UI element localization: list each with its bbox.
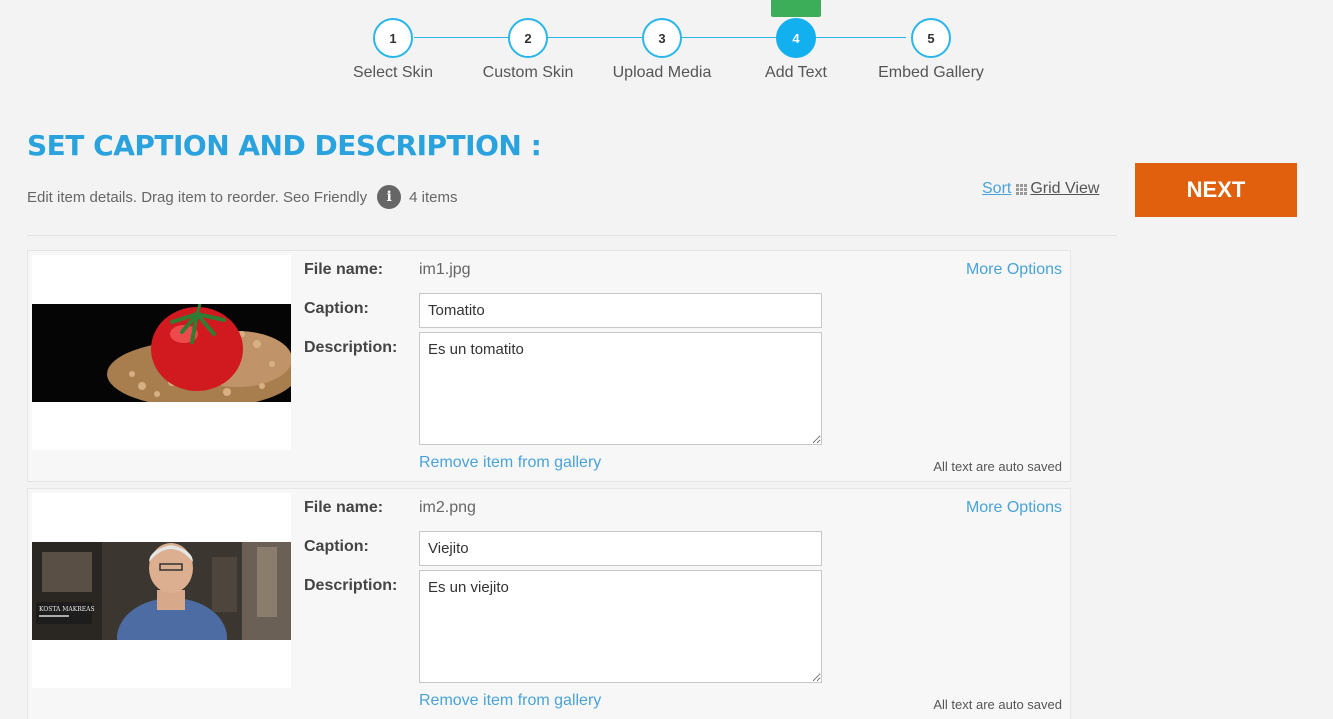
item-count: 4 items: [409, 188, 458, 206]
step-number: 5: [911, 18, 951, 58]
step-label: Select Skin: [352, 64, 434, 81]
remove-item-link[interactable]: Remove item from gallery: [419, 454, 601, 472]
divider: [27, 235, 1117, 236]
caption-label: Caption:: [304, 300, 369, 317]
description-textarea[interactable]: Es un viejito: [419, 570, 822, 683]
page-subtitle: Edit item details. Drag item to reorder.…: [27, 185, 458, 209]
step-select-skin[interactable]: 1 Select Skin: [323, 18, 463, 82]
progress-stepper: 1 Select Skin 2 Custom Skin 3 Upload Med…: [0, 0, 1333, 100]
next-button[interactable]: NEXT: [1135, 163, 1297, 217]
step-embed-gallery[interactable]: 5 Embed Gallery: [861, 18, 1001, 82]
step-label: Add Text: [765, 64, 827, 81]
file-name-value: im1.jpg: [419, 261, 471, 278]
description-label: Description:: [304, 339, 398, 356]
gallery-item[interactable]: File name: im1.jpg More Options Caption:…: [27, 250, 1071, 482]
description-textarea[interactable]: Es un tomatito: [419, 332, 822, 445]
caption-label: Caption:: [304, 538, 369, 555]
tomato-image: [32, 303, 291, 402]
step-number: 3: [642, 18, 682, 58]
description-label: Description:: [304, 577, 398, 594]
item-thumbnail: [32, 255, 291, 450]
gallery-item[interactable]: KOSTA MAKREAS File name: im2.png More Op…: [27, 488, 1071, 719]
view-links: Sort Grid View: [982, 180, 1099, 198]
sort-link[interactable]: Sort: [982, 180, 1011, 198]
grid-icon: [1016, 183, 1028, 195]
step-label: Upload Media: [612, 64, 712, 81]
old-man-video-image: KOSTA MAKREAS: [32, 541, 291, 640]
info-icon[interactable]: i: [377, 185, 402, 209]
auto-saved-note: All text are auto saved: [933, 697, 1062, 712]
caption-input[interactable]: [419, 531, 822, 566]
caption-input[interactable]: [419, 293, 822, 328]
step-number: 1: [373, 18, 413, 58]
step-number: 4: [776, 18, 816, 58]
step-number: 2: [508, 18, 548, 58]
remove-item-link[interactable]: Remove item from gallery: [419, 692, 601, 710]
subtitle-text: Edit item details. Drag item to reorder.…: [27, 188, 368, 206]
more-options-link[interactable]: More Options: [966, 499, 1062, 517]
file-name-label: File name:: [304, 261, 384, 278]
step-add-text[interactable]: 4 Add Text: [726, 18, 866, 82]
grid-view-link[interactable]: Grid View: [1030, 180, 1099, 198]
active-step-flag: [771, 0, 821, 17]
item-thumbnail: KOSTA MAKREAS: [32, 493, 291, 688]
auto-saved-note: All text are auto saved: [933, 459, 1062, 474]
file-name-value: im2.png: [419, 499, 476, 516]
step-custom-skin[interactable]: 2 Custom Skin: [458, 18, 598, 82]
step-label: Embed Gallery: [878, 64, 984, 81]
page-title: SET CAPTION AND DESCRIPTION :: [27, 129, 542, 162]
more-options-link[interactable]: More Options: [966, 261, 1062, 279]
step-label: Custom Skin: [482, 64, 574, 81]
file-name-label: File name:: [304, 499, 384, 516]
thumbnail-caption-text: KOSTA MAKREAS: [39, 606, 95, 613]
step-upload-media[interactable]: 3 Upload Media: [592, 18, 732, 82]
